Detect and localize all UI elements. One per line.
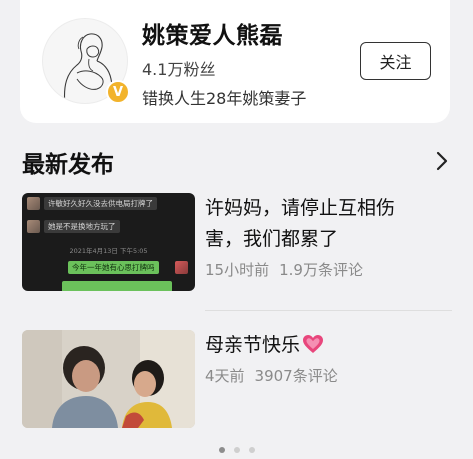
profile-fans-count: 4.1万粉丝 xyxy=(142,60,216,79)
profile-card[interactable]: V 姚策爱人熊磊 4.1万粉丝 错换人生28年姚策妻子 关注 xyxy=(20,0,450,123)
verified-badge-icon: V xyxy=(106,80,130,104)
post-time: 4天前 xyxy=(205,367,245,385)
verified-badge-mark: V xyxy=(112,84,124,100)
chevron-right-icon[interactable] xyxy=(433,150,451,172)
chat-avatar xyxy=(27,197,40,210)
page-dot[interactable] xyxy=(233,447,240,453)
chat-message-partial xyxy=(62,281,172,291)
post-time: 15小时前 xyxy=(205,261,270,279)
post-title[interactable]: 许妈妈，请停止互相伤害，我们都累了 xyxy=(205,193,427,255)
post-meta: 15小时前 1.9万条评论 xyxy=(205,259,363,280)
profile-name[interactable]: 姚策爱人熊磊 xyxy=(142,16,283,50)
section-title: 最新发布 xyxy=(22,152,114,178)
chat-timestamp: 2021年4月13日 下午5:05 xyxy=(69,247,148,255)
chat-message: 她是不是换地方玩了 xyxy=(44,220,120,233)
post-thumbnail-chat-screenshot[interactable]: 许敏好久好久没去供电局打牌了 她是不是换地方玩了 2021年4月13日 下午5:… xyxy=(22,193,195,291)
chat-avatar xyxy=(27,220,40,233)
photo-image xyxy=(22,330,195,428)
post-thumbnail-photo[interactable] xyxy=(22,330,195,428)
post-meta: 4天前 3907条评论 xyxy=(205,365,338,386)
chat-message: 许敏好久好久没去供电局打牌了 xyxy=(44,197,157,210)
follow-button[interactable]: 关注 xyxy=(360,42,431,80)
chat-avatar xyxy=(175,261,188,274)
post-item[interactable]: 许敏好久好久没去供电局打牌了 她是不是换地方玩了 2021年4月13日 下午5:… xyxy=(22,193,452,291)
divider xyxy=(205,310,452,311)
page-dot-active[interactable] xyxy=(218,447,225,453)
post-comments: 3907条评论 xyxy=(254,367,338,385)
pagination xyxy=(0,447,473,455)
page-dot[interactable] xyxy=(248,447,255,453)
post-title-text: 母亲节快乐 xyxy=(205,334,301,356)
chat-message: 今年一年她有心思打牌吗 xyxy=(68,261,159,274)
post-title[interactable]: 母亲节快乐 xyxy=(205,330,427,361)
heart-icon xyxy=(302,333,324,353)
post-item[interactable]: 母亲节快乐 4天前 3907条评论 xyxy=(22,330,452,428)
profile-description: 错换人生28年姚策妻子 xyxy=(142,89,307,108)
post-comments: 1.9万条评论 xyxy=(279,261,363,279)
